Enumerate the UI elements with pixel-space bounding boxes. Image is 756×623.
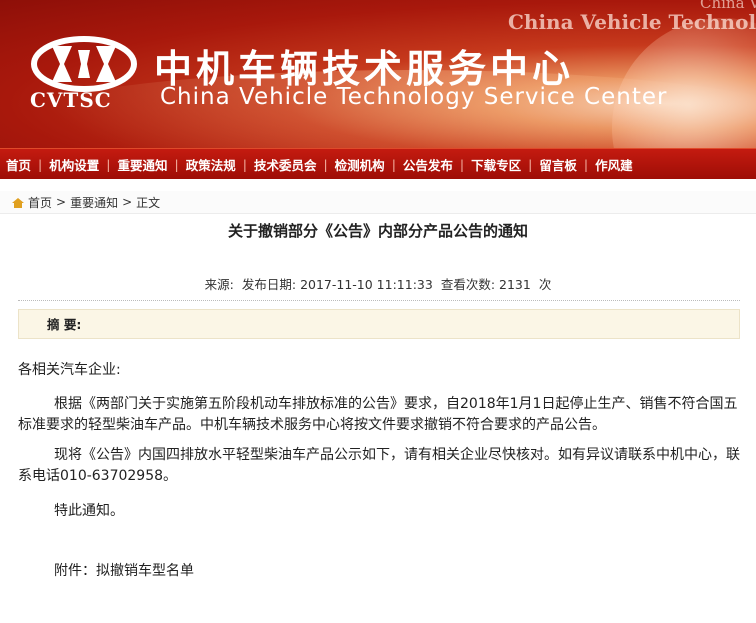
nav-item-tech-committee[interactable]: 技术委员会 [254,155,317,174]
breadcrumb-current: 正文 [136,195,161,210]
article-title: 关于撤销部分《公告》内部分产品公告的通知 [227,222,528,240]
nav-label[interactable]: 重要通知 [117,155,167,174]
logo-text: CVTSC [30,88,112,112]
nav-label[interactable]: 留言板 [539,155,577,174]
header-banner: China Vehic China Vehicle Technolog CVTS… [0,0,756,148]
closing-line: 特此通知。 [54,503,124,519]
nav-separator: | [242,156,247,172]
banner-watermark: China Vehicle Technolog [508,10,756,34]
breadcrumb-separator: > [56,195,67,209]
breadcrumb: 首页 > 重要通知 > 正文 [0,191,756,214]
nav-item-work-style[interactable]: 作风建 [595,155,633,174]
meta-divider [18,300,740,301]
nav-label[interactable]: 检测机构 [335,155,385,174]
nav-label[interactable]: 机构设置 [49,155,99,174]
nav-separator: | [391,156,396,172]
globe-graphic [612,18,756,148]
article-meta: 来源: 发布日期: 2017-11-10 11:11:33 查看次数: 2131 次 [0,274,756,293]
main-nav: 首页 | 机构设置 | 重要通知 | 政策法规 | 技术委员会 | 检测机构 |… [0,148,756,179]
nav-separator: | [38,156,43,172]
breadcrumb-home[interactable]: 首页 [28,194,52,211]
cvtsc-logo-icon[interactable] [30,36,138,92]
paragraph-1: 根据《两部门关于实施第五阶段机动车排放标准的公告》要求，自2018年1月1日起停… [18,396,738,433]
nav-item-downloads[interactable]: 下载专区 [471,155,521,174]
date-label: 发布日期: [241,277,297,292]
nav-label[interactable]: 公告发布 [403,155,453,174]
nav-label[interactable]: 技术委员会 [254,155,317,174]
nav-separator: | [323,156,328,172]
views-value: 2131 [499,277,531,292]
site-title-en: China Vehicle Technology Service Center [160,84,668,110]
date-value: 2017-11-10 11:11:33 [300,277,433,292]
article-body: 各相关汽车企业: 根据《两部门关于实施第五阶段机动车排放标准的公告》要求，自20… [18,360,740,582]
nav-label[interactable]: 作风建 [595,155,633,174]
abstract-box: 摘 要: [18,309,740,339]
breadcrumb-separator: > [122,195,133,209]
nav-separator: | [106,156,111,172]
source-label: 来源: [204,277,234,292]
nav-item-notices[interactable]: 重要通知 [117,155,167,174]
nav-item-announcements[interactable]: 公告发布 [403,155,453,174]
views-label: 查看次数: [440,277,496,292]
home-icon [12,197,24,208]
nav-item-message-board[interactable]: 留言板 [539,155,577,174]
nav-item-home[interactable]: 首页 [6,155,31,174]
nav-item-policies[interactable]: 政策法规 [186,155,236,174]
nav-separator: | [528,156,533,172]
breadcrumb-notices[interactable]: 重要通知 [70,194,118,211]
abstract-label: 摘 要: [47,317,82,332]
greeting: 各相关汽车企业: [18,362,121,378]
nav-label[interactable]: 首页 [6,155,31,174]
attachment-link[interactable]: 附件：拟撤销车型名单 [18,561,740,582]
nav-separator: | [174,156,179,172]
nav-item-testing-agencies[interactable]: 检测机构 [335,155,385,174]
nav-label[interactable]: 下载专区 [471,155,521,174]
views-unit: 次 [538,277,552,292]
nav-separator: | [583,156,589,172]
nav-label[interactable]: 政策法规 [186,155,236,174]
nav-separator: | [459,156,465,172]
nav-item-organization[interactable]: 机构设置 [49,155,99,174]
paragraph-2: 现将《公告》内国四排放水平轻型柴油车产品公示如下，请有相关企业尽快核对。如有异议… [18,447,740,484]
